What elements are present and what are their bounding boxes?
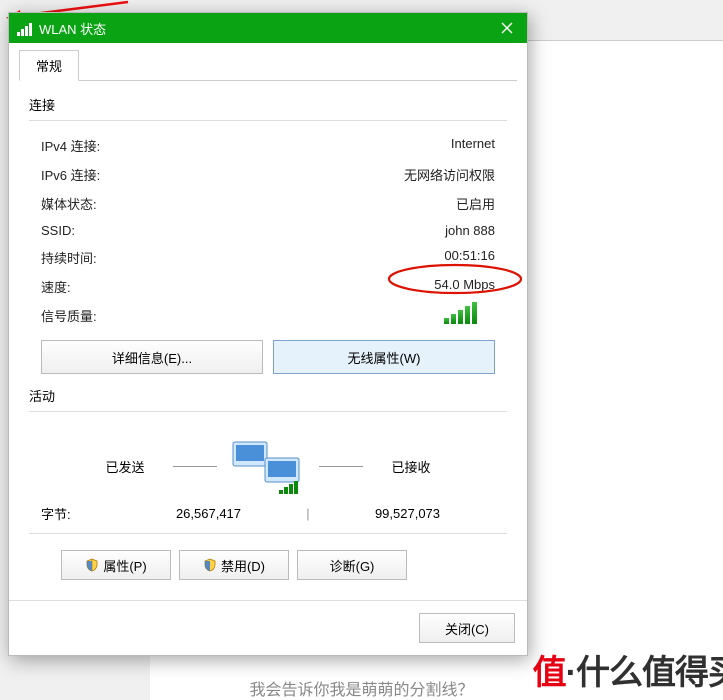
network-computers-icon [225, 436, 311, 496]
row-signal-quality: 信号质量: [29, 301, 507, 330]
wifi-icon [17, 20, 33, 36]
sent-label: 已发送 [85, 457, 165, 476]
wlan-status-dialog: WLAN 状态 常规 连接 IPv4 连接:Internet IPv6 连接:无… [8, 12, 528, 656]
shield-icon [85, 558, 99, 572]
row-ipv4: IPv4 连接:Internet [29, 131, 507, 160]
properties-button[interactable]: 属性(P) [61, 550, 171, 580]
wireless-properties-button[interactable]: 无线属性(W) [273, 340, 495, 374]
signal-bars-icon [151, 304, 495, 324]
row-media-state: 媒体状态:已启用 [29, 189, 507, 218]
close-dialog-button[interactable]: 关闭(C) [419, 613, 515, 643]
close-button[interactable] [487, 13, 527, 43]
group-connection: 连接 [29, 95, 507, 114]
row-ipv6: IPv6 连接:无网络访问权限 [29, 160, 507, 189]
annotation-ellipse [385, 262, 525, 296]
titlebar[interactable]: WLAN 状态 [9, 13, 527, 43]
row-ssid: SSID:john 888 [29, 218, 507, 243]
divider [29, 411, 507, 412]
tabstrip: 常规 [9, 43, 527, 80]
bytes-received: 99,527,073 [320, 506, 495, 521]
bytes-label: 字节: [41, 504, 121, 523]
divider [29, 120, 507, 121]
bytes-sent: 26,567,417 [121, 506, 296, 521]
diagnose-button[interactable]: 诊断(G) [297, 550, 407, 580]
separator-icon: | [296, 506, 320, 521]
activity-header: 已发送 已接收 [29, 422, 507, 498]
activity-line-icon [173, 466, 217, 467]
shield-icon [203, 558, 217, 572]
window-title: WLAN 状态 [39, 19, 487, 38]
row-speed: 速度: 54.0 Mbps [29, 272, 507, 301]
details-button[interactable]: 详细信息(E)... [41, 340, 263, 374]
activity-line-icon [319, 466, 363, 467]
footer-caption: 我会告诉你我是萌萌的分割线？ [0, 676, 723, 700]
tab-general[interactable]: 常规 [19, 50, 79, 81]
disable-button[interactable]: 禁用(D) [179, 550, 289, 580]
divider [29, 533, 507, 534]
group-activity: 活动 [29, 386, 507, 405]
received-label: 已接收 [371, 457, 451, 476]
row-bytes: 字节: 26,567,417 | 99,527,073 [29, 498, 507, 531]
